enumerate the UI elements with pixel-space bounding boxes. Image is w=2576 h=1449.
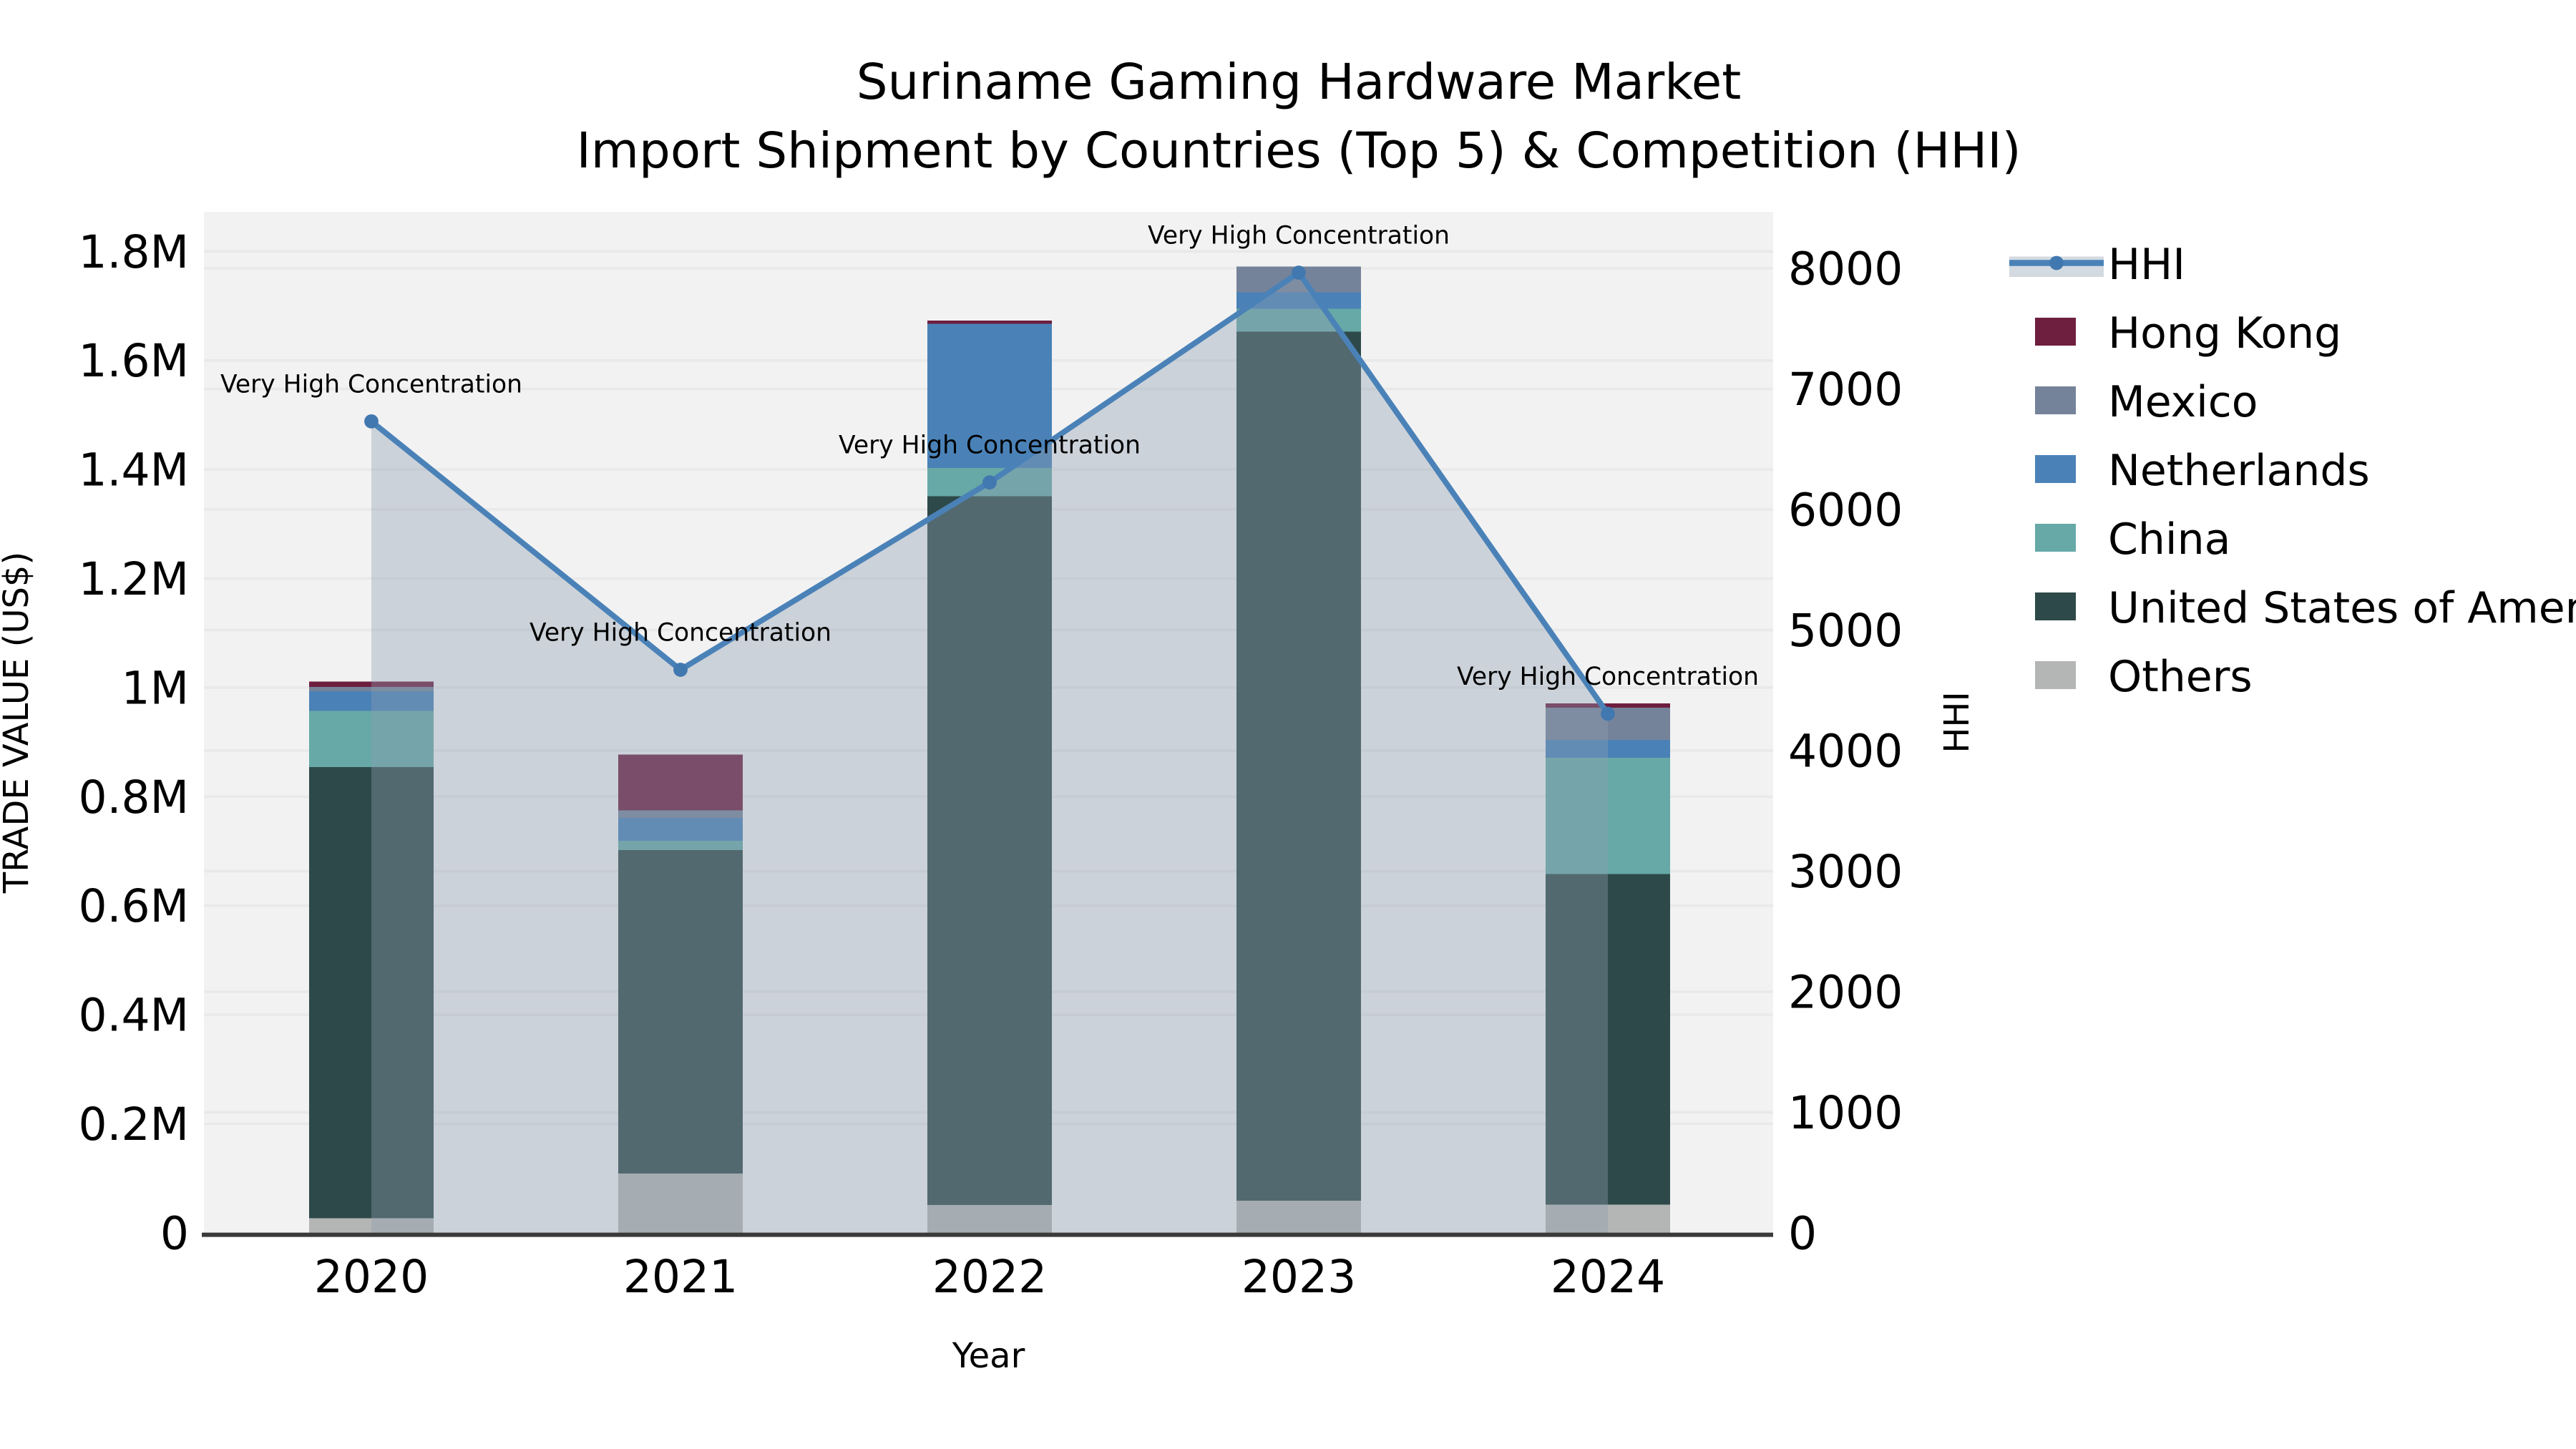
right-axis-title: HHI [1937, 691, 1977, 753]
right-tick-label: 1000 [1788, 1087, 1903, 1139]
legend-swatch [2035, 318, 2076, 346]
left-tick-label: 1.8M [78, 226, 189, 278]
chart-title-line1: Suriname Gaming Hardware Market [857, 54, 1742, 111]
legend-item-united-states-of-america: United States of America [2035, 583, 2576, 633]
hhi-point-2024 [1601, 707, 1615, 721]
legend: HHI Hong Kong Mexico Netherlands China United… [2009, 240, 2576, 702]
legend-label: China [2108, 514, 2230, 565]
chart-svg: Very High Concentration Very High Concent… [0, 0, 2576, 1449]
hhi-point-2021 [673, 663, 688, 677]
left-tick-label: 1.6M [78, 335, 189, 387]
left-tick-label: 1.4M [78, 444, 189, 497]
legend-item-hong-kong: Hong Kong [2035, 308, 2341, 358]
left-axis-title: TRADE VALUE (US$) [0, 552, 36, 894]
right-tick-label: 5000 [1788, 605, 1903, 657]
legend-swatch [2035, 386, 2076, 414]
legend-swatch [2035, 455, 2076, 483]
x-tick-label-2021: 2021 [623, 1251, 738, 1303]
x-tick-label-2023: 2023 [1241, 1251, 1356, 1303]
annotation-2021: Very High Concentration [530, 619, 831, 648]
legend-item-hhi: HHI [2009, 240, 2185, 290]
left-tick-label: 0.8M [78, 771, 189, 824]
legend-label: Others [2108, 652, 2253, 702]
right-tick-label: 8000 [1788, 243, 1903, 296]
legend-item-netherlands: Netherlands [2035, 446, 2370, 496]
x-tick-label-2020: 2020 [314, 1251, 429, 1303]
chart-container: Very High Concentration Very High Concent… [0, 0, 2576, 1449]
bar-segment-hong-kong-2022 [927, 321, 1052, 324]
hhi-point-2022 [982, 475, 997, 489]
legend-hhi-marker [2049, 256, 2064, 270]
left-tick-label: 1.2M [78, 553, 189, 605]
hhi-point-2023 [1292, 265, 1306, 280]
annotation-2024: Very High Concentration [1457, 663, 1759, 691]
right-tick-label: 4000 [1788, 725, 1903, 777]
legend-item-mexico: Mexico [2035, 377, 2258, 427]
right-tick-label: 2000 [1788, 966, 1903, 1018]
x-tick-label-2024: 2024 [1551, 1251, 1665, 1303]
legend-label: Mexico [2108, 377, 2258, 427]
legend-swatch [2035, 592, 2076, 620]
right-tick-label: 0 [1788, 1207, 1817, 1259]
legend-label: Hong Kong [2108, 308, 2341, 358]
left-tick-label: 1M [122, 662, 189, 714]
left-tick-label: 0.4M [78, 990, 189, 1042]
legend-label: HHI [2108, 240, 2185, 290]
right-tick-label: 3000 [1788, 846, 1903, 898]
left-tick-label: 0.6M [78, 880, 189, 932]
annotation-2020: Very High Concentration [220, 370, 522, 399]
chart-title-line2: Import Shipment by Countries (Top 5) & C… [576, 122, 2021, 180]
hhi-point-2020 [364, 414, 379, 429]
legend-swatch [2035, 524, 2076, 552]
annotation-2023: Very High Concentration [1148, 222, 1450, 250]
legend-label: Netherlands [2108, 446, 2370, 496]
left-tick-label: 0 [160, 1207, 189, 1259]
x-axis-title: Year [952, 1336, 1025, 1376]
left-tick-label: 0.2M [78, 1098, 189, 1151]
x-tick-label-2022: 2022 [932, 1251, 1047, 1303]
right-tick-label: 7000 [1788, 364, 1903, 416]
legend-item-others: Others [2035, 652, 2253, 702]
legend-swatch [2035, 661, 2076, 689]
annotation-2022: Very High Concentration [839, 431, 1141, 460]
legend-label: United States of America [2108, 583, 2576, 633]
legend-item-china: China [2035, 514, 2230, 565]
right-tick-label: 6000 [1788, 484, 1903, 536]
